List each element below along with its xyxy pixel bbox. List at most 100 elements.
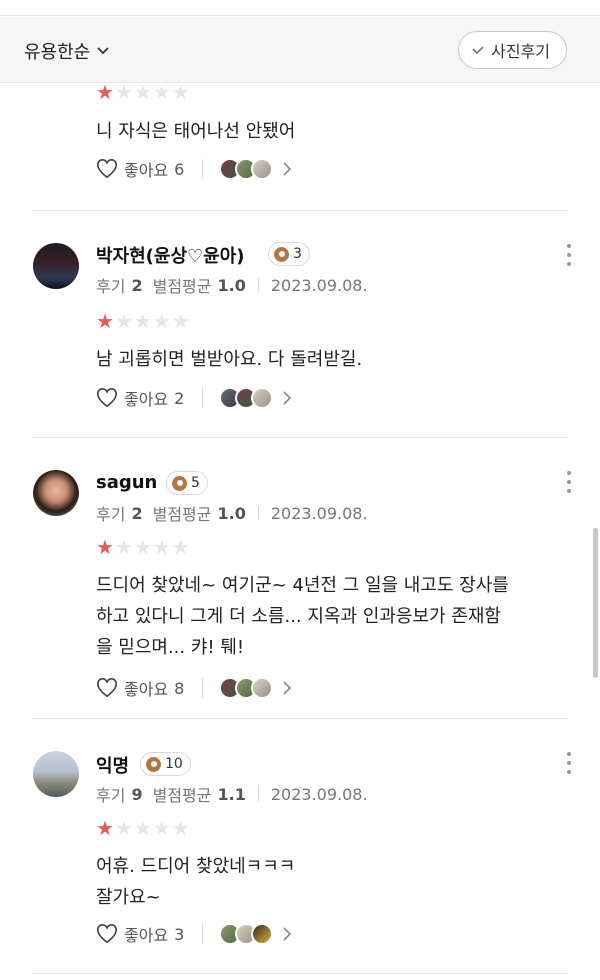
- reviewer-meta: 후기 2 별점평균 1.0 2023.09.08.: [96, 501, 368, 525]
- star-rating: ★★★★★: [96, 83, 191, 104]
- chevron-down-icon: [97, 47, 109, 55]
- avg-rating: 1.0: [217, 503, 246, 523]
- like-count: 6: [174, 159, 185, 179]
- avatar[interactable]: [33, 470, 79, 516]
- avg-rating: 1.0: [217, 275, 246, 295]
- star-empty-icons: ★★★★: [114, 83, 191, 104]
- heart-icon[interactable]: [96, 388, 118, 408]
- more-options-icon[interactable]: [564, 468, 574, 496]
- like-label[interactable]: 좋아요: [124, 676, 168, 700]
- review-count-label: 후기: [96, 505, 126, 524]
- avatar[interactable]: [33, 751, 79, 797]
- review-text: 어휴. 드디어 찾았네ㅋㅋㅋ 잘가요~: [96, 856, 296, 908]
- chevron-right-icon[interactable]: [281, 680, 293, 696]
- badge-level: 3: [293, 246, 302, 262]
- review-count-label: 후기: [96, 786, 126, 805]
- like-count: 2: [174, 388, 185, 408]
- star-rating: ★★★★★: [96, 816, 191, 840]
- reaction-thumbnails[interactable]: [219, 387, 274, 409]
- avatar[interactable]: [33, 243, 79, 289]
- star-filled-icon: ★: [96, 816, 115, 840]
- reviewer-nickname[interactable]: 박자현(윤상♡윤아): [96, 242, 245, 268]
- review-count: 9: [131, 784, 143, 804]
- check-icon: [472, 46, 484, 55]
- chevron-right-icon[interactable]: [281, 161, 293, 177]
- divider: [32, 718, 568, 719]
- photo-review-label: 사진후기: [491, 42, 550, 61]
- review-date: 2023.09.08.: [270, 784, 368, 804]
- avg-rating-label: 별점평균: [152, 505, 212, 524]
- review-text: 드디어 찾았네~ 여기군~ 4년전 그 일을 내고도 장사를 하고 있다니 그게…: [96, 575, 509, 658]
- review-text: 니 자식은 태어나선 안됐어: [96, 121, 296, 142]
- review-actions: 좋아요 6: [96, 157, 293, 181]
- review-actions: 좋아요 3: [96, 922, 293, 946]
- reaction-thumbnails[interactable]: [219, 158, 274, 180]
- review-list: ★★★★★ 니 자식은 태어나선 안됐어 좋아요 6 박자현(윤상♡윤아) 3 …: [0, 83, 600, 980]
- heart-icon[interactable]: [96, 924, 118, 944]
- review-date: 2023.09.08.: [270, 503, 368, 523]
- like-label[interactable]: 좋아요: [124, 922, 168, 946]
- review-actions: 좋아요 8: [96, 676, 293, 700]
- review-text: 남 괴롭히면 벌받아요. 다 돌려받길.: [96, 349, 363, 370]
- level-badge: 3: [268, 242, 310, 266]
- heart-icon[interactable]: [96, 159, 118, 179]
- badge-level: 5: [191, 475, 200, 491]
- divider: [202, 678, 204, 698]
- divider: [257, 787, 259, 801]
- like-label[interactable]: 좋아요: [124, 386, 168, 410]
- divider: [202, 159, 204, 179]
- review-date: 2023.09.08.: [270, 275, 368, 295]
- reaction-thumbnails[interactable]: [219, 923, 274, 945]
- star-rating: ★★★★★: [96, 535, 191, 559]
- avg-rating-label: 별점평균: [152, 786, 212, 805]
- photo-review-filter-button[interactable]: 사진후기: [458, 31, 567, 69]
- like-count: 3: [174, 924, 185, 944]
- reaction-thumbnails[interactable]: [219, 677, 274, 699]
- avg-rating: 1.1: [217, 784, 246, 804]
- level-badge: 10: [140, 752, 191, 776]
- review-count-label: 후기: [96, 277, 126, 296]
- reviewer-meta: 후기 9 별점평균 1.1 2023.09.08.: [96, 782, 368, 806]
- divider: [257, 506, 259, 520]
- badge-level: 10: [165, 756, 183, 772]
- divider: [32, 437, 568, 438]
- sort-dropdown[interactable]: 유용한순: [24, 38, 110, 64]
- star-filled-icon: ★: [96, 83, 115, 104]
- chevron-right-icon[interactable]: [281, 390, 293, 406]
- star-empty-icons: ★★★★: [114, 535, 191, 559]
- review-count: 2: [131, 275, 143, 295]
- chevron-right-icon[interactable]: [281, 926, 293, 942]
- review-count: 2: [131, 503, 143, 523]
- filter-bar: 유용한순 사진후기: [0, 17, 600, 83]
- more-options-icon[interactable]: [564, 241, 574, 269]
- sort-label: 유용한순: [24, 42, 91, 63]
- heart-icon[interactable]: [96, 678, 118, 698]
- review-actions: 좋아요 2: [96, 386, 293, 410]
- reaction-thumbnail: [251, 923, 274, 945]
- reaction-thumbnail: [251, 158, 274, 180]
- reaction-thumbnail: [251, 387, 274, 409]
- star-filled-icon: ★: [96, 535, 115, 559]
- reviewer-nickname[interactable]: sagun: [96, 472, 157, 493]
- scrollbar[interactable]: [593, 528, 598, 678]
- badge-icon: [274, 246, 289, 262]
- divider: [257, 278, 259, 292]
- badge-icon: [146, 756, 161, 772]
- star-filled-icon: ★: [96, 309, 115, 333]
- star-rating: ★★★★★: [96, 309, 191, 333]
- divider: [32, 210, 568, 211]
- divider: [32, 973, 568, 974]
- reaction-thumbnail: [251, 677, 274, 699]
- star-empty-icons: ★★★★: [114, 309, 191, 333]
- badge-icon: [172, 475, 187, 491]
- divider: [202, 388, 204, 408]
- star-empty-icons: ★★★★: [114, 816, 191, 840]
- level-badge: 5: [166, 471, 208, 495]
- divider: [202, 924, 204, 944]
- like-count: 8: [174, 678, 185, 698]
- reviewer-nickname[interactable]: 익명: [96, 752, 129, 778]
- avg-rating-label: 별점평균: [152, 277, 212, 296]
- reviewer-meta: 후기 2 별점평균 1.0 2023.09.08.: [96, 273, 368, 297]
- more-options-icon[interactable]: [564, 749, 574, 777]
- like-label[interactable]: 좋아요: [124, 157, 168, 181]
